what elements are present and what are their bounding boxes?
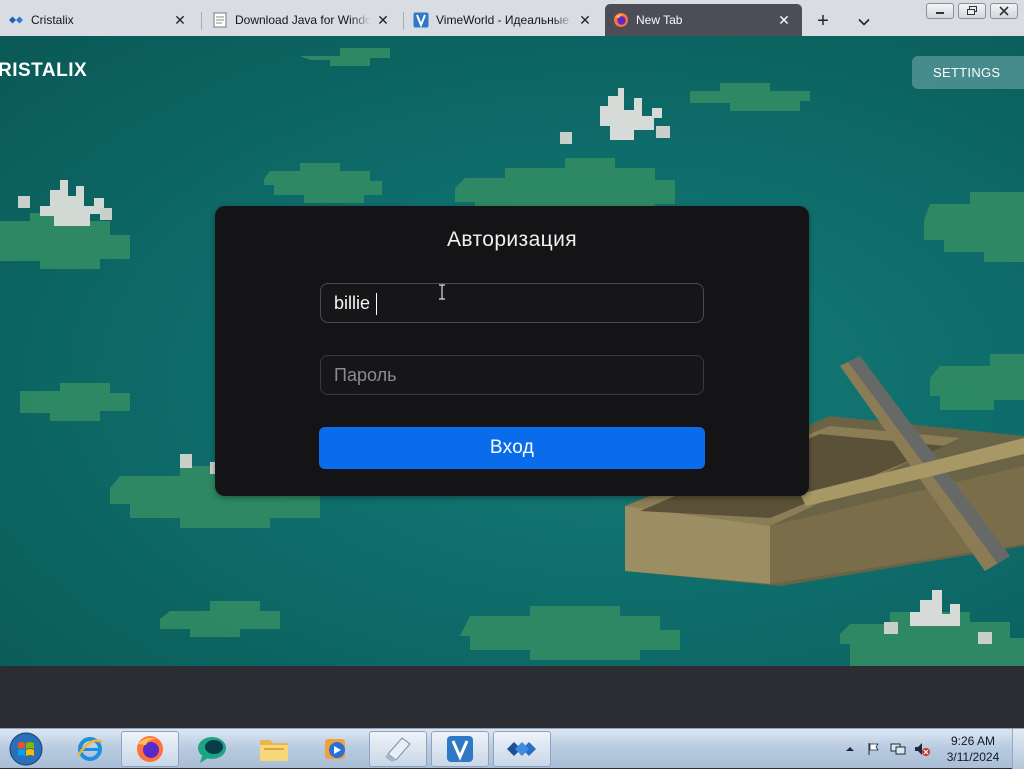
text-caret [376,293,377,315]
taskbar-vimeworld[interactable] [431,731,489,767]
firefox-icon [137,736,163,762]
close-window-button[interactable] [990,3,1018,19]
system-tray [842,729,938,769]
folder-icon [260,740,288,761]
firefox-icon [613,12,629,28]
show-desktop-button[interactable] [1012,729,1024,769]
tab-title: Cristalix [31,13,74,27]
cristalix-icon [507,742,536,756]
taskbar: 9:26 AM 3/11/2024 [0,728,1024,769]
taskbar-file-explorer[interactable] [245,731,303,767]
tab-separator [201,12,202,30]
vimeworld-icon [447,736,473,762]
tab-java-download[interactable]: Download Java for Windows ✕ [204,4,401,36]
auth-card: Авторизация Вход [215,206,809,496]
page-bottom-band [0,666,1024,728]
login-submit-button[interactable]: Вход [319,427,705,469]
close-icon[interactable]: ✕ [172,12,188,28]
brand-logo: RISTALIX [0,60,88,81]
text-cursor-icon [439,284,445,300]
tab-separator [403,12,404,30]
vimeworld-icon [413,12,429,28]
installer-icon [385,737,411,762]
media-player-icon [325,739,345,759]
close-icon[interactable]: ✕ [577,12,593,28]
taskbar-java-installer[interactable] [369,731,427,767]
chevron-down-icon[interactable] [852,10,876,34]
clock-date: 3/11/2024 [946,750,1000,764]
minimize-button[interactable] [926,3,954,19]
browser-tab-strip: Cristalix ✕ Download Java for Windows ✕ … [0,0,1024,36]
restore-button[interactable] [958,3,986,19]
cristalix-icon [8,12,24,28]
java-page-icon [212,12,228,28]
settings-button[interactable]: SETTINGS [912,56,1024,89]
tab-title: VimeWorld - Идеальные с [436,13,573,27]
close-icon[interactable]: ✕ [375,12,391,28]
chevron-up-icon[interactable] [842,741,858,757]
start-button[interactable] [5,730,47,768]
chat-bubble-icon [198,737,226,763]
clock-time: 9:26 AM [950,734,996,748]
taskbar-media-player[interactable] [307,731,365,767]
new-tab-button[interactable]: + [811,10,835,34]
tab-new-tab[interactable]: New Tab ✕ [605,4,802,36]
tab-title: New Tab [636,13,683,27]
volume-muted-icon[interactable] [914,741,930,757]
auth-title: Авторизация [446,228,577,251]
close-icon[interactable]: ✕ [776,12,792,28]
action-center-flag-icon[interactable] [866,741,882,757]
taskbar-messenger[interactable] [183,731,241,767]
internet-explorer-icon [76,737,103,761]
tab-cristalix[interactable]: Cristalix ✕ [0,4,198,36]
tab-title: Download Java for Windows [235,13,371,27]
taskbar-internet-explorer[interactable] [61,731,119,767]
password-input[interactable] [320,355,704,395]
taskbar-cristalix[interactable] [493,731,551,767]
login-input[interactable] [320,283,704,323]
system-clock[interactable]: 9:26 AM 3/11/2024 [938,733,1008,765]
windows-logo-icon [9,732,43,766]
taskbar-firefox[interactable] [121,731,179,767]
page-viewport: RISTALIX SETTINGS Авторизация Вход [0,36,1024,666]
tab-vimeworld[interactable]: VimeWorld - Идеальные с ✕ [405,4,603,36]
network-icon[interactable] [890,741,906,757]
